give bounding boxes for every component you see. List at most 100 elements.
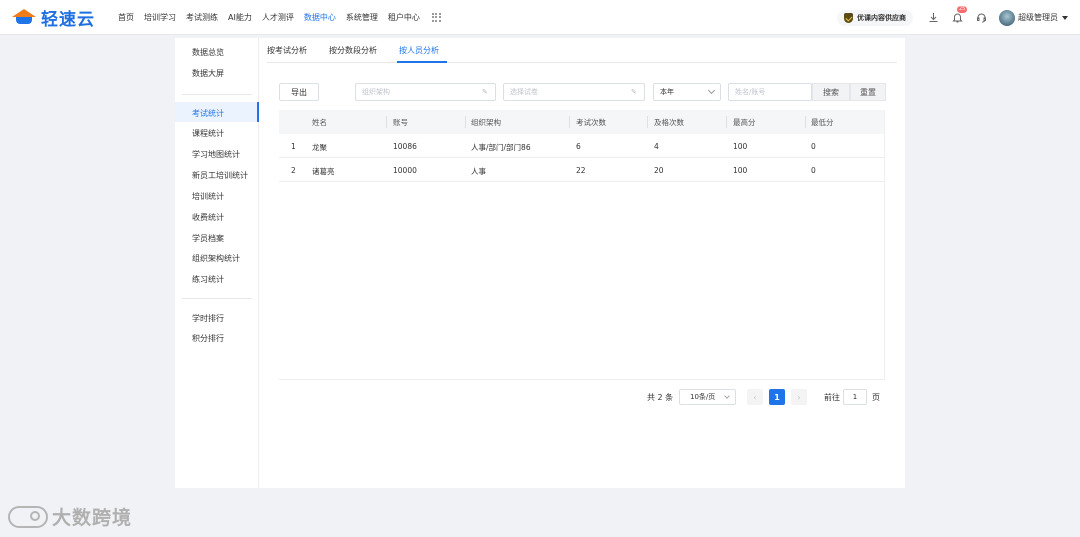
org-input[interactable] [362,88,495,96]
cell-org: 人事/部门/部门86 [471,143,531,152]
analysis-tabs: 按考试分析 按分数段分析 按人员分析 [267,38,897,63]
nav-training[interactable]: 培训学习 [144,12,176,23]
sidebar-item-course-stats[interactable]: 课程统计 [192,128,224,139]
cell-org: 人事 [471,167,486,176]
headset-icon[interactable] [975,12,987,24]
tab-by-person[interactable]: 按人员分析 [399,45,439,56]
col-divider [647,116,648,128]
user-menu[interactable]: 超级管理员 [999,9,1068,26]
tab-by-exam[interactable]: 按考试分析 [267,45,307,56]
search-button[interactable]: 搜索 [812,83,850,101]
cell-min-score: 0 [811,142,816,151]
search-input[interactable] [735,88,811,96]
top-nav: 首页 培训学习 考试测练 AI能力 人才测评 数据中心 系统管理 租户中心 [118,12,441,23]
edit-icon: ✎ [631,88,637,96]
cell-exam-count: 22 [576,166,586,175]
main-panel: 按考试分析 按分数段分析 按人员分析 导出 ✎ ✎ 本年 [259,38,905,488]
sidebar-item-overview[interactable]: 数据总览 [192,47,224,58]
goto-label: 前往 [824,393,840,402]
sidebar-item-points-rank[interactable]: 积分排行 [192,333,224,344]
shield-icon [844,12,853,23]
prev-page-button[interactable]: ‹ [747,389,763,405]
next-page-button[interactable]: › [791,389,807,405]
cell-account: 10000 [393,166,417,175]
org-picker[interactable]: ✎ [355,83,496,101]
vendor-chip-label: 优课内容供应商 [857,13,906,22]
sidebar-item-onboarding[interactable]: 新员工培训统计 [192,170,248,181]
sidebar-item-training-stats[interactable]: 培训统计 [192,191,224,202]
table-row[interactable]: 1 龙聚 10086 人事/部门/部门86 6 4 100 0 [279,134,884,158]
cell-pass-count: 20 [654,166,664,175]
sidebar-item-org-stats[interactable]: 组织架构统计 [192,253,240,264]
col-divider [569,116,570,128]
brand-name: 轻速云 [41,9,95,30]
col-max-score: 最高分 [733,118,756,127]
download-icon[interactable] [927,12,939,24]
cell-max-score: 100 [733,142,748,151]
goto-page-input[interactable]: 1 [843,389,867,405]
search-reset-group: 搜索 重置 [812,83,886,101]
edit-icon: ✎ [482,88,488,96]
notification-badge: 25 [957,5,968,13]
cell-max-score: 100 [733,166,748,175]
sidebar-item-fee-stats[interactable]: 收费统计 [192,212,224,223]
pagination-total: 共 2 条 [647,393,674,402]
sidebar-item-big-screen[interactable]: 数据大屏 [192,68,224,79]
watermark-text: 大数跨境 [52,507,133,529]
nav-system[interactable]: 系统管理 [346,12,378,23]
reset-button[interactable]: 重置 [850,83,886,101]
pagination: 共 2 条 10条/页 ‹ 1 › 前往 1 页 [259,388,905,406]
nav-exams[interactable]: 考试测练 [186,12,218,23]
page-size-select[interactable]: 10条/页 [679,389,736,405]
cell-exam-count: 6 [576,142,581,151]
exam-picker[interactable]: ✎ [503,83,645,101]
nav-assessment[interactable]: 人才测评 [262,12,294,23]
col-name: 姓名 [312,118,327,127]
filter-toolbar: 导出 ✎ ✎ 本年 搜索 重置 [259,83,905,103]
vendor-chip[interactable]: 优课内容供应商 [837,9,913,26]
nav-ai[interactable]: AI能力 [228,12,252,23]
nav-data-center[interactable]: 数据中心 [304,12,336,23]
page-size-value: 10条/页 [690,393,716,401]
cell-pass-count: 4 [654,142,659,151]
chevron-down-icon [707,86,716,95]
sidebar-item-learner-records[interactable]: 学员档案 [192,233,224,244]
brand-logo[interactable]: 轻速云 [10,5,110,30]
bell-icon[interactable]: 25 [951,5,968,24]
watermark: 大数跨境 [8,503,132,530]
page-1-button[interactable]: 1 [769,389,785,405]
sidebar: 数据总览 数据大屏 考试统计 课程统计 学习地图统计 新员工培训统计 培训统计 … [175,38,259,488]
period-select-value: 本年 [660,88,674,96]
sidebar-item-learning-map[interactable]: 学习地图统计 [192,149,240,160]
name-search-field[interactable] [728,83,812,101]
col-divider [465,116,466,128]
watermark-logo-icon [8,505,48,528]
cell-account: 10086 [393,142,417,151]
cell-name: 龙聚 [312,143,327,152]
col-exam-count: 考试次数 [576,118,606,127]
chevron-down-icon [724,393,730,399]
period-select[interactable]: 本年 [653,83,721,101]
cell-min-score: 0 [811,166,816,175]
table-row[interactable]: 2 诸葛亮 10000 人事 22 20 100 0 [279,158,884,182]
content-card: 数据总览 数据大屏 考试统计 课程统计 学习地图统计 新员工培训统计 培训统计 … [175,38,905,488]
tab-by-score-range[interactable]: 按分数段分析 [329,45,377,56]
col-min-score: 最低分 [811,118,834,127]
col-account: 账号 [393,118,408,127]
sidebar-item-hours-rank[interactable]: 学时排行 [192,313,224,324]
nav-tenant[interactable]: 租户中心 [388,12,420,23]
caret-down-icon [1062,15,1068,20]
results-table: 姓名 账号 组织架构 考试次数 及格次数 最高分 最低分 1 龙聚 10086 … [279,110,885,380]
export-button[interactable]: 导出 [279,83,319,101]
table-header: 姓名 账号 组织架构 考试次数 及格次数 最高分 最低分 [279,110,884,134]
cell-name: 诸葛亮 [312,167,335,176]
sidebar-item-practice-stats[interactable]: 练习统计 [192,274,224,285]
sidebar-item-exam-stats[interactable]: 考试统计 [192,108,224,119]
nav-home[interactable]: 首页 [118,12,134,23]
exam-input[interactable] [510,88,644,96]
tab-active-underline [397,61,447,63]
sidebar-divider [182,94,252,95]
top-bar: 轻速云 首页 培训学习 考试测练 AI能力 人才测评 数据中心 系统管理 租户中… [0,0,1080,35]
sidebar-divider [182,298,252,299]
apps-grid-icon[interactable] [431,12,441,22]
